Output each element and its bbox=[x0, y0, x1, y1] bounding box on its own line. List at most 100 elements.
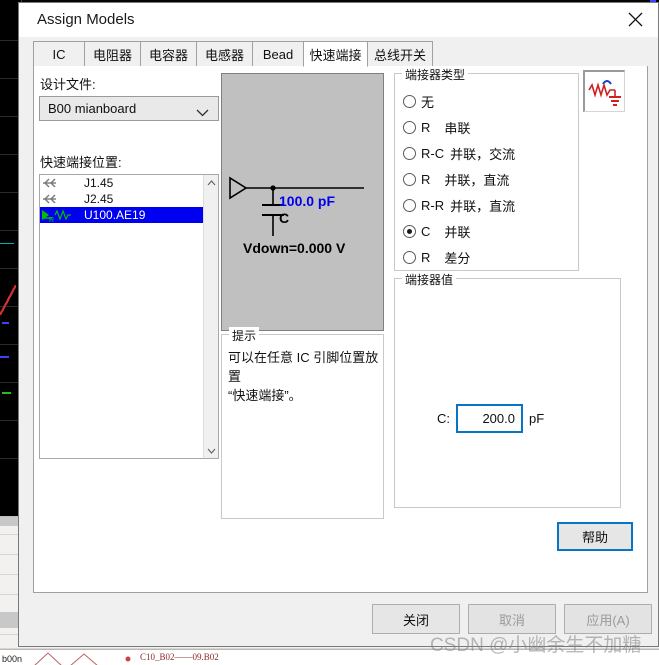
tab-quick-terminator[interactable]: 快速端接 bbox=[303, 41, 368, 67]
background-bottom-strip: C10_B02——09.B02 b00n bbox=[0, 649, 659, 665]
value-field-label: C: bbox=[437, 411, 450, 426]
scroll-up-button[interactable] bbox=[204, 175, 219, 190]
tab-bead[interactable]: Bead bbox=[252, 41, 304, 67]
radio-none[interactable]: 无 bbox=[403, 92, 434, 111]
tab-content-panel: 设计文件: B00 mianboard 快速端接位置: J1.45 J2.45 … bbox=[33, 66, 648, 593]
cancel-label: 取消 bbox=[498, 612, 525, 628]
radio-icon bbox=[403, 147, 416, 160]
apply-button: 应用(A) bbox=[564, 604, 652, 634]
pin-arrow-icon bbox=[40, 191, 76, 207]
radio-label-b: 差分 bbox=[444, 251, 471, 266]
dialog-footer: 关闭 取消 应用(A) bbox=[19, 593, 658, 646]
tab-strip: IC 电阻器 电容器 电感器 Bead 快速端接 总线开关 bbox=[33, 41, 648, 67]
tab-label: 电容器 bbox=[148, 47, 188, 63]
chevron-down-icon bbox=[207, 448, 216, 454]
preview-cap-ref: C bbox=[279, 210, 289, 226]
radio-icon bbox=[403, 199, 416, 212]
radio-label-a: 无 bbox=[421, 95, 435, 110]
svg-text:R: R bbox=[49, 217, 54, 223]
tip-line-1: 可以在任意 IC 引脚位置放置 bbox=[228, 350, 379, 384]
list-item[interactable]: J2.45 bbox=[40, 191, 203, 207]
list-item-label: J1.45 bbox=[84, 176, 114, 190]
radio-label-b: 并联，交流 bbox=[450, 147, 516, 162]
radio-label-b: 并联 bbox=[444, 225, 471, 240]
radio-r-parallel-dc[interactable]: R 并联，直流 bbox=[403, 170, 509, 189]
radio-rr-parallel-dc[interactable]: R-R 并联，直流 bbox=[403, 196, 515, 215]
dialog-titlebar: Assign Models bbox=[19, 3, 658, 37]
list-item-label: J2.45 bbox=[84, 192, 114, 206]
chevron-up-icon bbox=[207, 179, 216, 185]
close-icon bbox=[628, 12, 642, 27]
radio-r-differential[interactable]: R 差分 bbox=[403, 248, 470, 267]
tab-label: 电感器 bbox=[204, 47, 244, 63]
tab-label: IC bbox=[52, 46, 66, 62]
tab-label: Bead bbox=[262, 46, 294, 62]
pin-arrow-icon bbox=[40, 175, 76, 191]
tip-groupbox: 提示 可以在任意 IC 引脚位置放置 “快速端接”。 bbox=[221, 327, 384, 519]
tab-inductor[interactable]: 电感器 bbox=[196, 41, 253, 67]
radio-label-a: R bbox=[421, 172, 431, 187]
radio-icon bbox=[403, 173, 416, 186]
cancel-button: 取消 bbox=[468, 604, 556, 634]
terminator-type-groupbox: 端接器类型 无 R 串联 R-C 并联，交流 R 并联，直流 R-R 并联，直流… bbox=[394, 66, 579, 271]
radio-label-a: C bbox=[421, 224, 431, 239]
help-button[interactable]: 帮助 bbox=[557, 522, 633, 551]
design-file-label: 设计文件: bbox=[40, 77, 96, 92]
list-item-label: U100.AE19 bbox=[84, 208, 146, 222]
assign-models-dialog: Assign Models IC 电阻器 电容器 电感器 Bead 快速端接 总… bbox=[18, 2, 659, 647]
chevron-down-icon bbox=[196, 105, 209, 120]
tip-title: 提示 bbox=[229, 327, 260, 344]
tip-text: 可以在任意 IC 引脚位置放置 “快速端接”。 bbox=[228, 349, 379, 406]
radio-label-b: 并联，直流 bbox=[444, 173, 510, 188]
schematic-preview-drawing: 100.0 pF C Vdown=0.000 V bbox=[229, 176, 364, 256]
list-item[interactable]: R U100.AE19 bbox=[40, 207, 203, 224]
schematic-preview: 100.0 pF C Vdown=0.000 V bbox=[221, 73, 384, 331]
close-button[interactable] bbox=[612, 3, 658, 36]
resistor-pin-icon: R bbox=[40, 207, 76, 224]
terminator-value-title: 端接器值 bbox=[402, 271, 457, 288]
tab-label: 总线开关 bbox=[373, 47, 426, 63]
radio-r-series[interactable]: R 串联 bbox=[403, 118, 470, 137]
radio-c-parallel[interactable]: C 并联 bbox=[403, 222, 470, 241]
tab-label: 电阻器 bbox=[92, 47, 132, 63]
radio-rc-parallel-ac[interactable]: R-C 并联，交流 bbox=[403, 144, 515, 163]
design-file-combobox[interactable]: B00 mianboard bbox=[39, 96, 219, 121]
radio-icon bbox=[403, 251, 416, 264]
preview-vdown: Vdown=0.000 V bbox=[243, 240, 346, 256]
rc-circuit-icon bbox=[588, 80, 621, 106]
scroll-down-button[interactable] bbox=[204, 443, 219, 458]
svg-text:b00n: b00n bbox=[2, 654, 22, 664]
radio-icon bbox=[403, 121, 416, 134]
radio-label-a: R-C bbox=[421, 146, 445, 161]
radio-label-b: 串联 bbox=[444, 121, 471, 136]
close-dialog-button[interactable]: 关闭 bbox=[372, 604, 460, 634]
tab-capacitor[interactable]: 电容器 bbox=[140, 41, 197, 67]
preview-cap-value: 100.0 pF bbox=[279, 193, 335, 209]
terminator-type-title: 端接器类型 bbox=[402, 66, 469, 83]
help-button-label: 帮助 bbox=[581, 530, 608, 545]
radio-icon bbox=[403, 225, 416, 238]
tab-label: 快速端接 bbox=[309, 47, 362, 63]
terminator-value-groupbox: 端接器值 C: pF bbox=[394, 271, 621, 508]
radio-label-a: R-R bbox=[421, 198, 445, 213]
radio-label-b: 并联，直流 bbox=[450, 199, 516, 214]
quick-terminator-label: 快速端接位置: bbox=[40, 155, 122, 170]
close-dialog-label: 关闭 bbox=[402, 612, 429, 628]
circuit-preview-button[interactable] bbox=[583, 70, 625, 112]
quick-terminator-listbox[interactable]: J1.45 J2.45 R U100.AE19 bbox=[39, 174, 219, 459]
list-item[interactable]: J1.45 bbox=[40, 175, 203, 191]
tab-ic[interactable]: IC bbox=[33, 41, 85, 67]
listbox-scrollbar[interactable] bbox=[203, 175, 218, 458]
terminator-value-row: C: pF bbox=[437, 404, 544, 433]
listbox-items: J1.45 J2.45 R U100.AE19 bbox=[40, 175, 203, 458]
tab-bus-switch[interactable]: 总线开关 bbox=[367, 41, 433, 67]
tab-resistor[interactable]: 电阻器 bbox=[84, 41, 141, 67]
design-file-value: B00 mianboard bbox=[48, 101, 137, 116]
radio-label-a: R bbox=[421, 250, 431, 265]
dialog-title: Assign Models bbox=[37, 11, 135, 28]
value-unit-label: pF bbox=[529, 411, 545, 426]
capacitance-input[interactable] bbox=[456, 404, 523, 433]
radio-label-a: R bbox=[421, 120, 431, 135]
tip-line-2: “快速端接”。 bbox=[228, 387, 302, 403]
radio-icon bbox=[403, 95, 416, 108]
